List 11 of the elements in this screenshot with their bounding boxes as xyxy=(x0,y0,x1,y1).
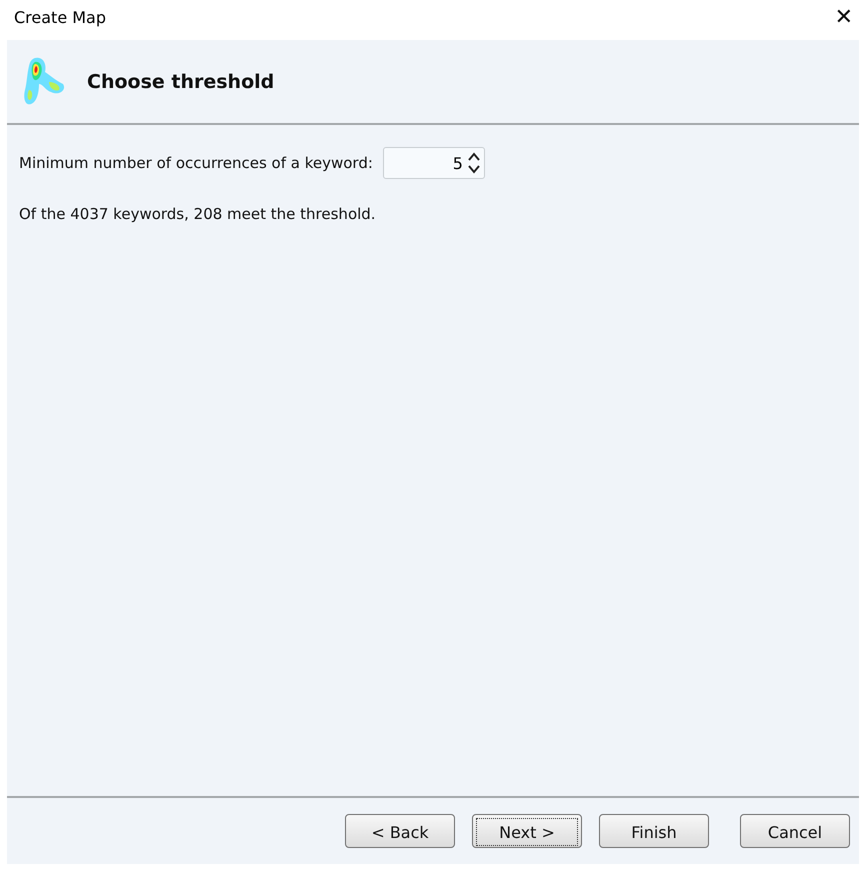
wizard-button[interactable]: Next > xyxy=(472,814,582,848)
page-heading: Choose threshold xyxy=(87,70,274,92)
up-down-arrows-icon[interactable] xyxy=(466,150,481,176)
summary-text: Of the 4037 keywords, 208 meet the threshold. xyxy=(19,205,377,223)
threshold-spinner[interactable]: 5 xyxy=(382,147,485,179)
wizard-button[interactable]: < Back xyxy=(345,814,455,848)
wizard-button[interactable]: Cancel xyxy=(740,814,850,848)
close-button[interactable]: ✕ xyxy=(828,4,859,30)
threshold-label: Minimum number of occurrences of a keyword: xyxy=(19,154,373,172)
wizard-button[interactable]: Finish xyxy=(599,814,709,848)
window-title: Create Map xyxy=(14,8,106,26)
